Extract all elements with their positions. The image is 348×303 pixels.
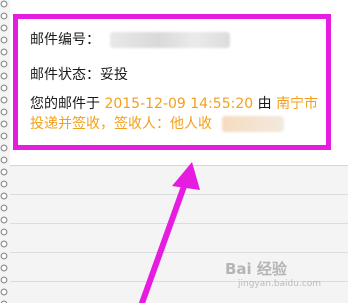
notebook-rings — [0, 0, 8, 303]
baidu-watermark: Bai 经验 — [225, 260, 287, 278]
highlight-box — [13, 14, 331, 150]
baidu-watermark-url: jingyan.baidu.com — [238, 279, 322, 289]
screenshot-page: 邮件编号： 邮件状态：妥投 您的邮件于 2015-12-09 14:55:20 … — [0, 0, 348, 303]
